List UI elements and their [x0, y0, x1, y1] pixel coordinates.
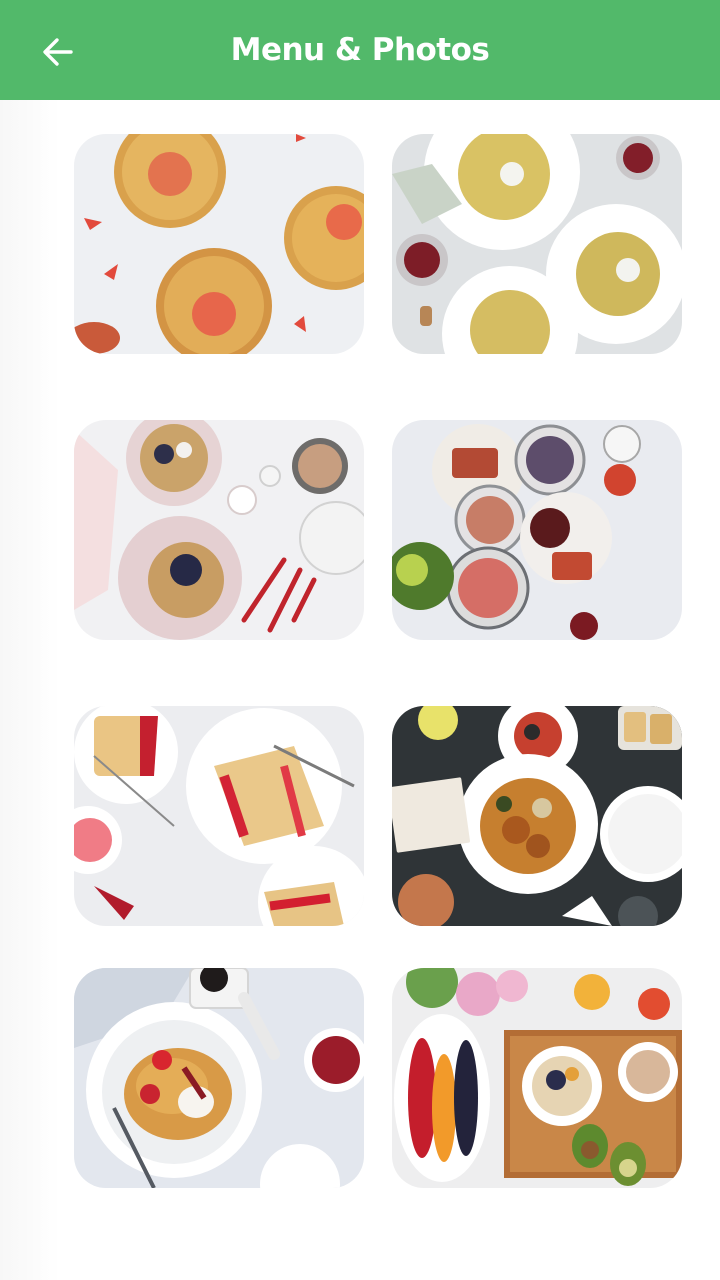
photo-tile-meatballs-dinner[interactable]	[392, 706, 682, 926]
food-photo-image	[392, 968, 682, 1188]
food-photo-image	[74, 134, 364, 354]
food-photo-image	[74, 968, 364, 1188]
photo-tile-fruit-platter[interactable]	[392, 968, 682, 1188]
photo-tile-breakfast-bowls[interactable]	[392, 420, 682, 640]
food-photo-image	[74, 420, 364, 640]
food-photo-image	[74, 706, 364, 926]
photo-tile-waffles-tea[interactable]	[74, 420, 364, 640]
page-title: Menu & Photos	[230, 32, 490, 68]
photo-tile-spaghetti-plates[interactable]	[392, 134, 682, 354]
food-photo-image	[392, 706, 682, 926]
photo-tile-pancakes[interactable]	[74, 968, 364, 1188]
food-photo-image	[392, 420, 682, 640]
app-bar: Menu & Photos	[0, 0, 720, 100]
photo-tile-strawberry-buns[interactable]	[74, 134, 364, 354]
photo-tile-strawberry-cake[interactable]	[74, 706, 364, 926]
food-photo-image	[392, 134, 682, 354]
